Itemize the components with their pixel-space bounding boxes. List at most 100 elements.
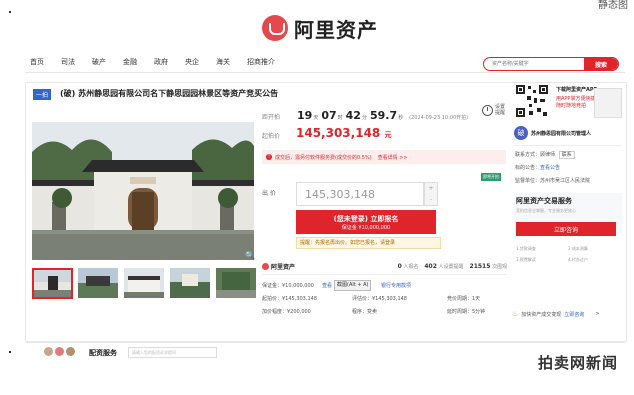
edge-mark [9, 11, 11, 13]
status-badge: 即将开拍 [481, 173, 501, 181]
thumbnail[interactable] [124, 268, 164, 298]
set-reminder-label: 设置 提醒 [495, 104, 505, 116]
screenshot-tooltip: 截图(Alt + A) [334, 280, 372, 291]
start-price-unit: 元 [384, 131, 392, 139]
start-price: 145,303,148 元 [296, 126, 391, 140]
consult-button[interactable]: 立即咨询 [516, 222, 616, 236]
app-download-desc: 用APP掌方便快捷 随时随地竞拍 [556, 96, 595, 110]
watermark: 拍卖网新闻 [538, 354, 619, 372]
thumbnail[interactable] [78, 268, 118, 298]
contact-button[interactable]: 联系 [558, 151, 575, 159]
cycle-info: 竞价周期：1天 [447, 296, 481, 302]
corner-text: 静态图 [598, 0, 628, 11]
service-item[interactable]: 4.代办过户 [568, 257, 588, 263]
thumbnail[interactable] [32, 268, 73, 299]
seller-divider [514, 145, 622, 146]
promo-text: 加快资产成交变现 [521, 311, 562, 318]
countdown-minutes-unit: 分 [361, 115, 367, 121]
applicants-count: 0 人报名 [398, 263, 419, 270]
app-download-title[interactable]: 下载阿里资产APP [556, 86, 597, 93]
announcement-label: 标的公告： [515, 165, 541, 171]
delay-info: 延时周期：5分钟 [447, 309, 486, 315]
bid-label: 出 价 [262, 190, 276, 197]
service-item[interactable]: 2.成本测算 [568, 246, 588, 252]
nav-item-investment[interactable]: 招商推介 [247, 57, 275, 67]
start-price-label: 起拍价 [262, 133, 281, 140]
thumbnail[interactable] [216, 268, 256, 298]
deposit-view-link[interactable]: 查看 [322, 282, 332, 289]
decrease-bid-button[interactable]: - [425, 194, 437, 205]
app-desc-line2: 随时随地竞拍 [556, 103, 587, 109]
countdown-date: (2024-09-23 10:00开拍) [409, 115, 469, 121]
countdown-label: 距开拍 [262, 114, 281, 121]
fee-details-link[interactable]: 查看详情 >> [378, 154, 408, 161]
countdown-days-unit: 天 [313, 115, 319, 121]
asset-disposal-promo[interactable]: ♨ 加快资产成交变现 立即咨询 > [512, 310, 600, 318]
nav-item-finance[interactable]: 金融 [123, 57, 137, 67]
stats-divider [262, 274, 507, 275]
views-num: 21515 [469, 262, 491, 270]
logo-icon [262, 15, 288, 41]
thumbnail[interactable] [170, 268, 210, 298]
start-price-value: 145,303,148 [296, 126, 381, 140]
seller-info[interactable]: 破 苏州静思园有限公司管理人 [514, 125, 622, 141]
zoom-icon[interactable]: 🔍 [245, 251, 255, 260]
step-info: 加价幅度：¥200,000 [262, 309, 311, 315]
nav-divider [25, 72, 625, 73]
bid-input[interactable]: 145,303,148 [296, 182, 424, 206]
app-preview-image [594, 88, 622, 118]
announcement-link[interactable]: 查看公告 [540, 165, 560, 171]
bid-value: 145,303,148 [305, 187, 375, 201]
reminders-num: 402 [424, 262, 437, 270]
views-label: 次围观 [491, 263, 507, 270]
countdown-seconds-unit: 秒 [398, 115, 404, 121]
countdown-seconds: 59.7 [369, 109, 398, 122]
site-logo[interactable]: 阿里资产 [262, 14, 378, 42]
bank-loan-link[interactable]: 银行专用款项 [381, 282, 411, 289]
qr-code [515, 84, 549, 118]
hand-icon: ♨ [512, 310, 519, 318]
announcement-info: 标的公告：查看公告 [515, 164, 560, 171]
register-button-label: (您未登录) 立即报名 [333, 214, 399, 223]
service-item[interactable]: 1.贷款调查 [516, 246, 536, 252]
logo-text: 阿里资产 [294, 17, 378, 42]
reminders-label: 人设置提醒 [438, 263, 464, 270]
nav-item-home[interactable]: 首页 [30, 57, 44, 67]
service-item[interactable]: 3.税费解读 [516, 257, 536, 263]
login-reminder: 提醒：先报名再出价。如您已报名，请登录 [296, 237, 441, 249]
applicants-label: 人报名 [403, 263, 419, 270]
nav-item-government[interactable]: 政府 [154, 57, 168, 67]
financing-service-title: 配资服务 [89, 349, 117, 357]
avatar [66, 347, 75, 356]
search-input[interactable] [484, 59, 584, 69]
increase-bid-button[interactable]: + [425, 183, 437, 194]
section-divider [25, 342, 625, 343]
seller-name[interactable]: 苏州静思园有限公司管理人 [531, 130, 591, 137]
nav-item-bankruptcy[interactable]: 破产 [92, 57, 106, 67]
court-info: 监督单位：苏州市吴江区人民法院 [515, 178, 591, 184]
register-button[interactable]: (您未登录) 立即报名 保证金 ¥10,000,000 [296, 210, 436, 234]
app-desc-line1: 用APP掌方便快捷 [556, 96, 596, 102]
fee-notice-text: 成交后，需另付软件服务费(成交价的0.5%) [275, 154, 372, 161]
stats-row: 阿里资产 0 人报名 402 人设置提醒 21515 次围观 [262, 260, 507, 272]
contact-text: 联系方式：顾律师 [515, 152, 556, 158]
procedure-info: 程序：变卖 [352, 309, 378, 315]
trade-service-desc: 竞拍信息全掌握，专业服务更放心 [516, 208, 576, 213]
brand-icon [262, 262, 269, 270]
applicants-num: 0 [397, 262, 402, 270]
avatar [44, 347, 53, 356]
countdown-hours: 07 [321, 109, 337, 122]
nav-item-customs[interactable]: 海关 [216, 57, 230, 67]
set-reminder-button[interactable]: 设置 提醒 [482, 104, 505, 116]
financing-question-input[interactable]: 请输入您的配资诉求提问 [128, 347, 217, 358]
nav-item-judicial[interactable]: 司法 [61, 57, 75, 67]
edge-mark [9, 351, 11, 353]
promo-link[interactable]: 立即咨询 [564, 311, 584, 318]
countdown-days: 19 [297, 109, 313, 122]
search-button[interactable]: 搜索 [584, 58, 618, 70]
nav-item-soe[interactable]: 央企 [185, 57, 199, 67]
main-nav: 首页 司法 破产 金融 政府 央企 海关 招商推介 [30, 57, 292, 67]
main-photo[interactable] [32, 122, 254, 260]
set-reminder-line2: 提醒 [495, 110, 506, 116]
brand-text: 阿里资产 [271, 263, 296, 271]
